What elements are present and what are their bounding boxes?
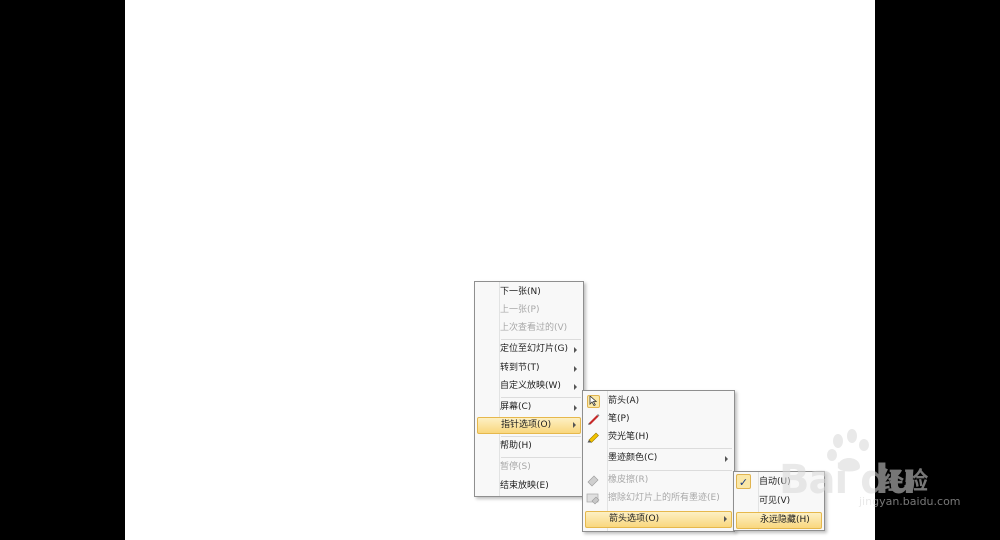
menu-item-label: 箭头(A) [608, 396, 640, 406]
menu-item-last-viewed: 上次查看过的(V) [477, 320, 581, 337]
menu-item-label: 自动(U) [759, 477, 791, 487]
menu-item-label: 自定义放映(W) [500, 381, 561, 391]
menu-item-arrow[interactable]: 箭头(A) [585, 393, 732, 410]
menu-item-label: 上一张(P) [500, 305, 540, 315]
menu-item-label: 可见(V) [759, 496, 791, 506]
menu-item-label: 暂停(S) [500, 462, 531, 472]
menu-item-previous: 上一张(P) [477, 302, 581, 319]
menu-item-label: 箭头选项(O) [609, 514, 660, 524]
menu-item-next[interactable]: 下一张(N) [477, 284, 581, 301]
pointer-arrow-icon [585, 394, 601, 408]
menu-item-ink-color[interactable]: 墨迹颜色(C) [585, 450, 732, 467]
menu-item-end-show[interactable]: 结束放映(E) [477, 478, 581, 495]
menu-item-pen[interactable]: 笔(P) [585, 411, 732, 428]
menu-item-label: 上次查看过的(V) [500, 323, 568, 333]
highlighter-icon [585, 430, 601, 444]
check-icon: ✓ [736, 474, 751, 489]
menu-separator [501, 457, 581, 458]
menu-item-label: 指针选项(O) [501, 420, 552, 430]
menu-separator [501, 339, 581, 340]
eraser-icon [585, 473, 601, 487]
menu-item-visible[interactable]: 可见(V) [736, 493, 822, 510]
menu-item-go-to-slide[interactable]: 定位至幻灯片(G) [477, 341, 581, 358]
menu-item-automatic[interactable]: ✓ 自动(U) [736, 474, 822, 491]
menu-item-always-hidden[interactable]: 永远隐藏(H) [736, 512, 822, 529]
menu-item-label: 橡皮擦(R) [608, 475, 649, 485]
submenu-arrow-icon [574, 366, 577, 372]
menu-item-help[interactable]: 帮助(H) [477, 438, 581, 455]
menu-separator [609, 470, 732, 471]
submenu-arrow-icon [573, 422, 576, 428]
menu-item-label: 帮助(H) [500, 441, 532, 451]
pointer-options-submenu: 箭头(A) 笔(P) 荧光笔(H) 墨迹颜色(C) 橡皮擦(R) 擦除幻灯片上的… [582, 390, 735, 532]
arrow-options-submenu: ✓ 自动(U) 可见(V) 永远隐藏(H) [733, 471, 825, 531]
menu-item-label: 转到节(T) [500, 363, 540, 373]
submenu-arrow-icon [725, 456, 728, 462]
menu-item-label: 结束放映(E) [500, 481, 549, 491]
menu-item-label: 擦除幻灯片上的所有墨迹(E) [608, 493, 720, 503]
submenu-arrow-icon [724, 516, 727, 522]
submenu-arrow-icon [574, 347, 577, 353]
menu-item-go-to-section[interactable]: 转到节(T) [477, 360, 581, 377]
menu-separator [609, 448, 732, 449]
menu-item-highlighter[interactable]: 荧光笔(H) [585, 429, 732, 446]
menu-separator [501, 436, 581, 437]
menu-item-screen[interactable]: 屏幕(C) [477, 399, 581, 416]
menu-separator [501, 397, 581, 398]
submenu-arrow-icon [574, 405, 577, 411]
watermark-brand-cn: 经验 [880, 467, 928, 495]
menu-item-label: 荧光笔(H) [608, 432, 649, 442]
menu-item-eraser: 橡皮擦(R) [585, 472, 732, 489]
slideshow-context-menu: 下一张(N) 上一张(P) 上次查看过的(V) 定位至幻灯片(G) 转到节(T)… [474, 281, 584, 497]
menu-item-label: 下一张(N) [500, 287, 541, 297]
menu-item-custom-show[interactable]: 自定义放映(W) [477, 378, 581, 395]
menu-item-arrow-options[interactable]: 箭头选项(O) [585, 511, 732, 528]
menu-item-label: 永远隐藏(H) [760, 515, 810, 525]
erase-all-icon [585, 491, 601, 505]
pen-icon [585, 412, 601, 426]
menu-item-label: 屏幕(C) [500, 402, 532, 412]
menu-item-pointer-options[interactable]: 指针选项(O) [477, 417, 581, 434]
menu-item-pause: 暂停(S) [477, 459, 581, 476]
submenu-arrow-icon [574, 384, 577, 390]
menu-item-label: 笔(P) [608, 414, 630, 424]
menu-item-erase-all-ink: 擦除幻灯片上的所有墨迹(E) [585, 490, 732, 507]
menu-item-label: 墨迹颜色(C) [608, 453, 658, 463]
menu-item-label: 定位至幻灯片(G) [500, 344, 568, 354]
